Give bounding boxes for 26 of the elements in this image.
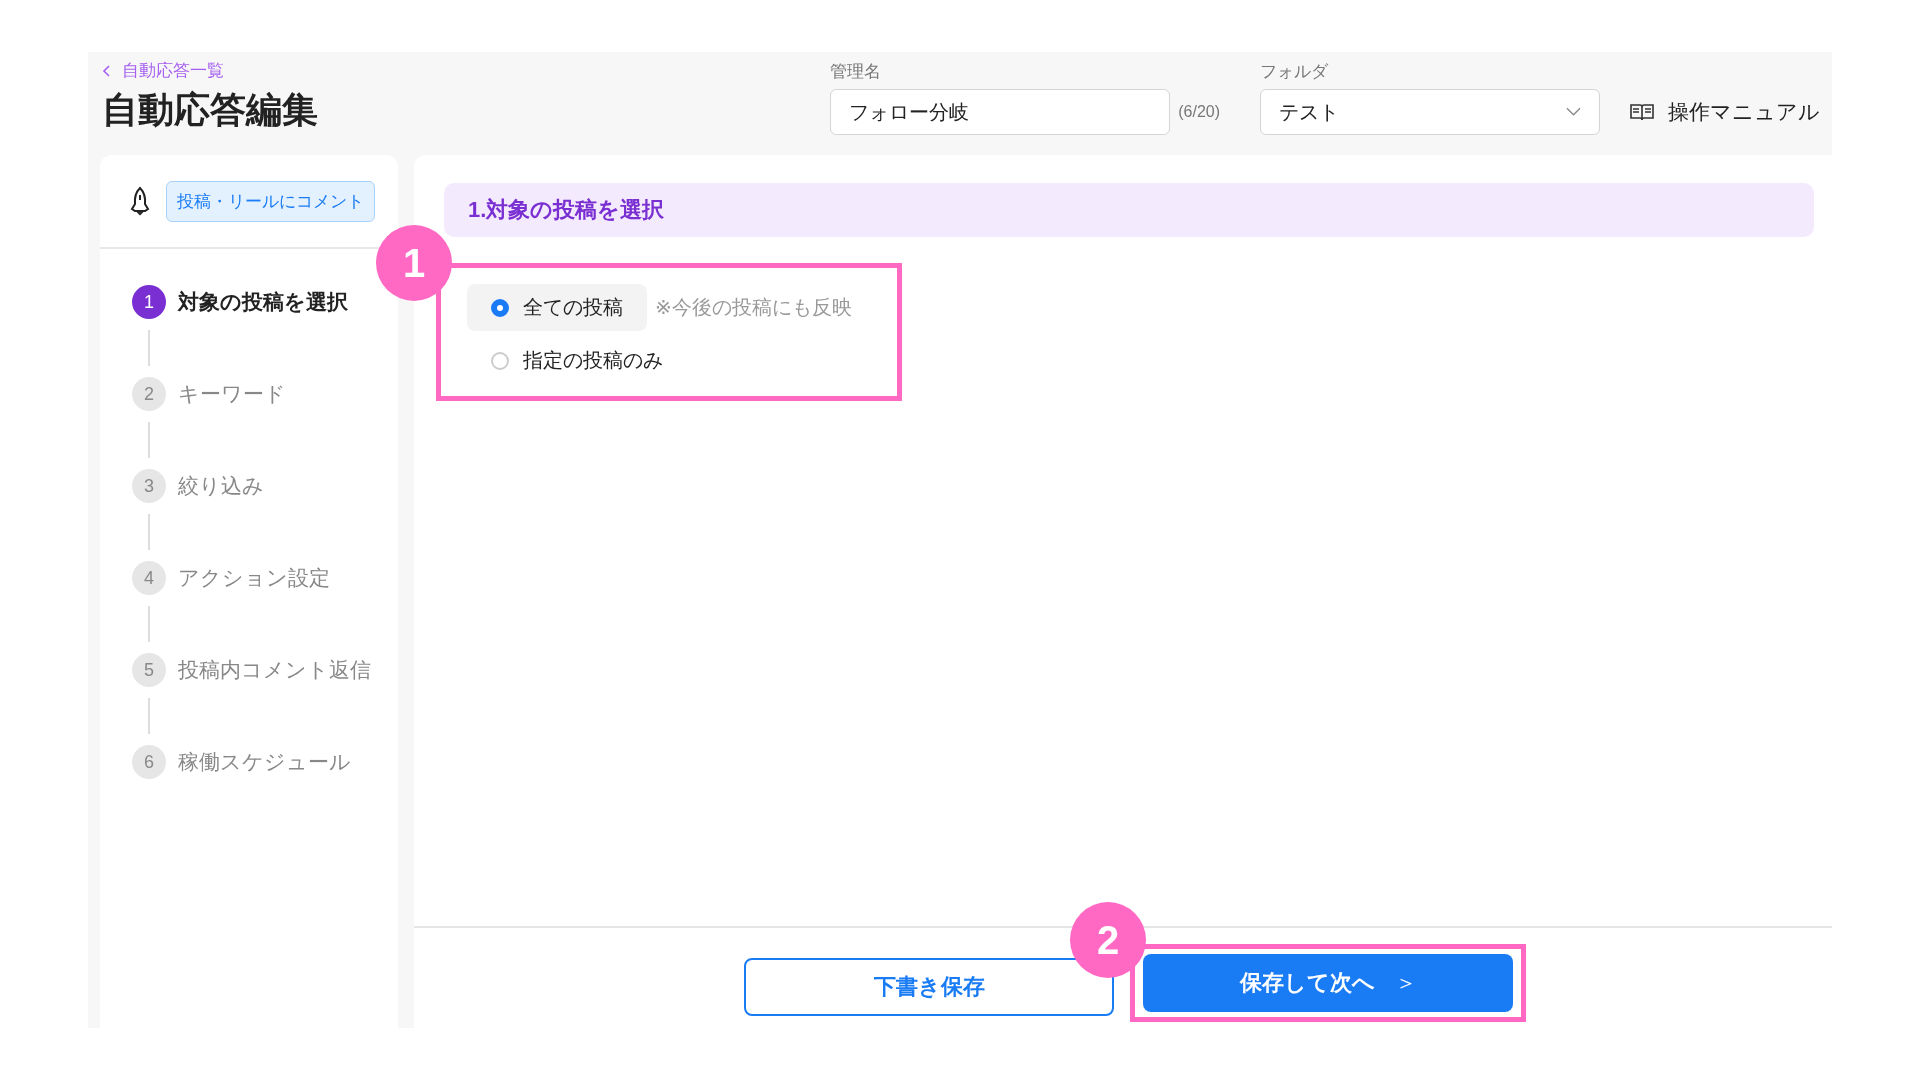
caret-icon (1566, 107, 1581, 117)
radio-option[interactable]: 指定の投稿のみ (467, 337, 687, 384)
step-item[interactable]: 1 対象の投稿を選択 (132, 283, 348, 321)
field-label: フォルダ (1260, 61, 1329, 83)
back-link[interactable]: 自動応答一覧 (102, 59, 318, 82)
section-header: 1.対象の投稿を選択 (444, 183, 1814, 237)
save-next-button[interactable]: 保存して次へ ＞ (1143, 954, 1513, 1012)
option-note: ※今後の投稿にも反映 (655, 295, 852, 320)
step-item[interactable]: 4 アクション設定 (132, 559, 330, 597)
save-draft-button[interactable]: 下書き保存 (744, 958, 1114, 1016)
step-callout: 2 (1070, 902, 1146, 978)
character-counter: (6/20) (1178, 103, 1220, 121)
book-icon (1630, 103, 1654, 121)
chevron-left-icon (102, 63, 112, 78)
step-item[interactable]: 2 キーワード (132, 375, 286, 413)
trigger-tag: 投稿・リールにコメント (166, 180, 375, 222)
page-title: 自動応答編集 (102, 88, 318, 132)
folder-dropdown[interactable]: テスト (1260, 89, 1600, 135)
step-item[interactable]: 3 絞り込み (132, 467, 264, 505)
rocket-icon (128, 186, 152, 216)
radio-option[interactable]: 全ての投稿 (467, 284, 647, 331)
name-input[interactable]: フォロー分岐 (830, 89, 1171, 135)
manual-link[interactable]: 操作マニュアル (1668, 98, 1820, 126)
field-label: 管理名 (830, 61, 883, 83)
step-item[interactable]: 5 投稿内コメント返信 (132, 651, 371, 689)
step-item[interactable]: 6 稼働スケジュール (132, 743, 351, 781)
